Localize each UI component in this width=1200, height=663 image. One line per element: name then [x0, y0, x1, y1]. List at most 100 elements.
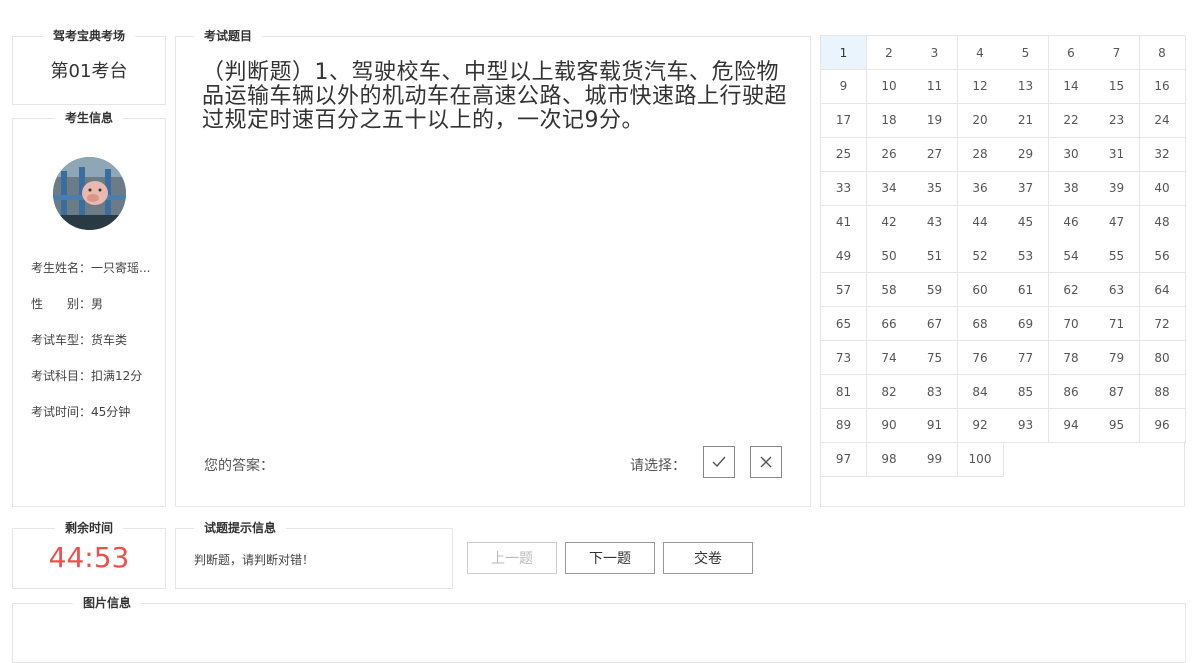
answer-true-button[interactable]: [703, 446, 735, 478]
question-number-cell[interactable]: 6: [1048, 36, 1095, 70]
question-number-cell[interactable]: 77: [1003, 341, 1049, 376]
question-number-cell[interactable]: 42: [866, 205, 913, 240]
question-number-cell[interactable]: 33: [821, 171, 867, 206]
question-number-cell[interactable]: 95: [1094, 408, 1140, 443]
question-number-cell[interactable]: 38: [1048, 171, 1095, 206]
question-number-cell[interactable]: 46: [1048, 205, 1095, 240]
question-number-cell[interactable]: 58: [866, 273, 913, 308]
question-number-cell[interactable]: 94: [1048, 408, 1095, 443]
question-number-cell[interactable]: 96: [1139, 408, 1186, 443]
answer-false-button[interactable]: [750, 446, 782, 478]
question-number-cell[interactable]: 92: [957, 408, 1004, 443]
question-number-cell[interactable]: 35: [912, 171, 958, 206]
question-number-cell[interactable]: 71: [1094, 307, 1140, 342]
question-number-cell[interactable]: 49: [821, 239, 867, 274]
question-number-cell[interactable]: 64: [1139, 273, 1186, 308]
question-number-cell[interactable]: 16: [1139, 69, 1186, 104]
question-number-cell[interactable]: 1: [821, 36, 867, 70]
question-number-cell[interactable]: 51: [912, 239, 958, 274]
question-number-cell[interactable]: 30: [1048, 137, 1095, 172]
next-question-button[interactable]: 下一题: [565, 542, 655, 574]
question-number-cell[interactable]: 37: [1003, 171, 1049, 206]
question-number-cell[interactable]: 32: [1139, 137, 1186, 172]
question-number-cell[interactable]: 70: [1048, 307, 1095, 342]
question-number-cell[interactable]: 81: [821, 375, 867, 409]
question-number-cell[interactable]: 13: [1003, 69, 1049, 104]
question-number-cell[interactable]: 5: [1003, 36, 1049, 70]
question-number-cell[interactable]: 91: [912, 408, 958, 443]
question-number-cell[interactable]: 29: [1003, 137, 1049, 172]
question-number-cell[interactable]: 27: [912, 137, 958, 172]
question-number-cell[interactable]: 43: [912, 205, 958, 240]
question-number-cell[interactable]: 60: [957, 273, 1004, 308]
question-number-cell[interactable]: 97: [821, 442, 867, 477]
question-number-cell[interactable]: 22: [1048, 103, 1095, 138]
question-number-cell[interactable]: 76: [957, 341, 1004, 376]
question-number-cell[interactable]: 100: [957, 442, 1004, 477]
question-number-cell[interactable]: 88: [1139, 375, 1186, 409]
question-number-cell[interactable]: 89: [821, 408, 867, 443]
question-number-cell[interactable]: 99: [912, 442, 958, 477]
question-number-cell[interactable]: 15: [1094, 69, 1140, 104]
question-number-cell[interactable]: 41: [821, 205, 867, 240]
question-number-cell[interactable]: 85: [1003, 375, 1049, 409]
question-number-cell[interactable]: 80: [1139, 341, 1186, 376]
question-number-cell[interactable]: 23: [1094, 103, 1140, 138]
question-number-cell[interactable]: 12: [957, 69, 1004, 104]
question-number-cell[interactable]: 67: [912, 307, 958, 342]
question-number-cell[interactable]: 19: [912, 103, 958, 138]
question-number-cell[interactable]: 10: [866, 69, 913, 104]
question-number-cell[interactable]: 28: [957, 137, 1004, 172]
question-number-cell[interactable]: 24: [1139, 103, 1186, 138]
question-number-cell[interactable]: 21: [1003, 103, 1049, 138]
question-number-cell[interactable]: 61: [1003, 273, 1049, 308]
question-number-cell[interactable]: 78: [1048, 341, 1095, 376]
question-number-cell[interactable]: 11: [912, 69, 958, 104]
question-number-cell[interactable]: 3: [912, 36, 958, 70]
question-number-cell[interactable]: 44: [957, 205, 1004, 240]
prev-question-button[interactable]: 上一题: [467, 542, 557, 574]
question-number-cell[interactable]: 93: [1003, 408, 1049, 443]
question-number-cell[interactable]: 18: [866, 103, 913, 138]
question-number-cell[interactable]: 83: [912, 375, 958, 409]
question-number-cell[interactable]: 68: [957, 307, 1004, 342]
question-number-cell[interactable]: 39: [1094, 171, 1140, 206]
question-number-cell[interactable]: 4: [957, 36, 1004, 70]
question-number-cell[interactable]: 69: [1003, 307, 1049, 342]
question-number-cell[interactable]: 8: [1139, 36, 1186, 70]
submit-exam-button[interactable]: 交卷: [663, 542, 753, 574]
question-number-cell[interactable]: 65: [821, 307, 867, 342]
question-number-cell[interactable]: 52: [957, 239, 1004, 274]
question-number-cell[interactable]: 20: [957, 103, 1004, 138]
question-number-cell[interactable]: 82: [866, 375, 913, 409]
question-number-cell[interactable]: 57: [821, 273, 867, 308]
question-number-cell[interactable]: 90: [866, 408, 913, 443]
question-number-cell[interactable]: 9: [821, 69, 867, 104]
question-number-cell[interactable]: 31: [1094, 137, 1140, 172]
question-number-cell[interactable]: 84: [957, 375, 1004, 409]
question-number-cell[interactable]: 50: [866, 239, 913, 274]
question-number-cell[interactable]: 14: [1048, 69, 1095, 104]
question-number-cell[interactable]: 86: [1048, 375, 1095, 409]
question-number-cell[interactable]: 73: [821, 341, 867, 376]
question-number-cell[interactable]: 2: [866, 36, 913, 70]
question-number-cell[interactable]: 25: [821, 137, 867, 172]
question-number-cell[interactable]: 56: [1139, 239, 1186, 274]
question-number-cell[interactable]: 36: [957, 171, 1004, 206]
question-number-cell[interactable]: 87: [1094, 375, 1140, 409]
question-number-cell[interactable]: 63: [1094, 273, 1140, 308]
question-number-cell[interactable]: 55: [1094, 239, 1140, 274]
question-number-cell[interactable]: 74: [866, 341, 913, 376]
question-number-cell[interactable]: 34: [866, 171, 913, 206]
question-number-cell[interactable]: 72: [1139, 307, 1186, 342]
question-number-cell[interactable]: 26: [866, 137, 913, 172]
question-number-cell[interactable]: 66: [866, 307, 913, 342]
question-number-cell[interactable]: 54: [1048, 239, 1095, 274]
question-number-cell[interactable]: 40: [1139, 171, 1186, 206]
question-number-cell[interactable]: 17: [821, 103, 867, 138]
question-number-cell[interactable]: 98: [866, 442, 913, 477]
question-number-cell[interactable]: 48: [1139, 205, 1186, 240]
question-number-cell[interactable]: 62: [1048, 273, 1095, 308]
question-number-cell[interactable]: 53: [1003, 239, 1049, 274]
question-number-cell[interactable]: 47: [1094, 205, 1140, 240]
